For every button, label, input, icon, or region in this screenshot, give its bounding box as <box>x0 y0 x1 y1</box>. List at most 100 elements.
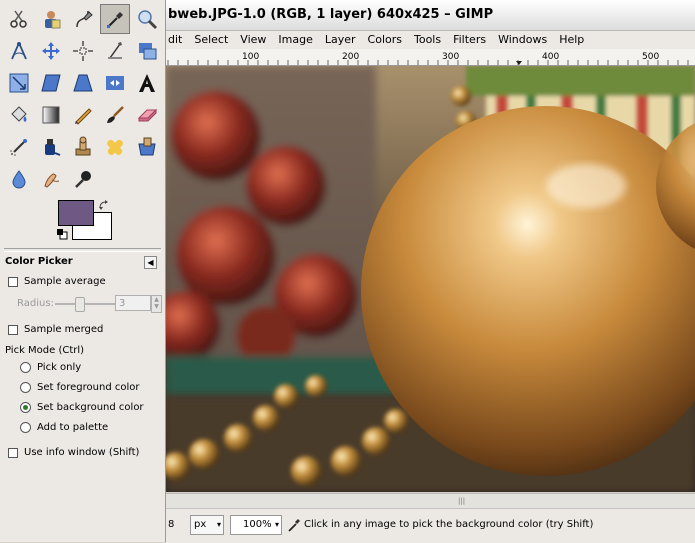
blend-icon <box>42 106 60 124</box>
radius-spin-arrows[interactable]: ▲ ▼ <box>151 295 162 313</box>
unit-selector[interactable]: px ▾ <box>190 515 224 535</box>
paintbrush-tool[interactable] <box>100 100 130 130</box>
clone-tool[interactable] <box>68 132 98 162</box>
color-picker-tool[interactable] <box>100 4 130 34</box>
scale-icon <box>9 73 29 93</box>
menu-select[interactable]: Select <box>188 31 234 49</box>
dodge-burn-tool[interactable] <box>68 164 98 194</box>
text-icon <box>139 74 155 92</box>
zoom-selector[interactable]: 100% ▾ <box>230 515 282 535</box>
move-tool[interactable] <box>36 36 66 66</box>
magnify-tool[interactable] <box>132 4 162 34</box>
chevron-down-icon: ▾ <box>216 520 221 529</box>
color-picker-icon <box>288 519 300 532</box>
scissors-select-tool[interactable] <box>4 4 34 34</box>
radio-add-to-palette[interactable] <box>20 422 31 433</box>
perspective-clone-tool[interactable] <box>132 132 162 162</box>
crop-tool[interactable] <box>100 36 130 66</box>
dodge-burn-icon <box>75 171 91 188</box>
image-window: bweb.JPG-1.0 (RGB, 1 layer) 640x425 – GI… <box>166 0 695 543</box>
pencil-tool[interactable] <box>68 100 98 130</box>
menu-filters[interactable]: Filters <box>447 31 492 49</box>
menu-layer[interactable]: Layer <box>319 31 362 49</box>
image-canvas[interactable] <box>166 66 695 492</box>
menu-bar: dit Select View Image Layer Colors Tools… <box>166 31 695 49</box>
tab-menu-button[interactable]: ◀ <box>144 256 157 269</box>
menu-edit[interactable]: dit <box>166 31 188 49</box>
use-info-window-option[interactable]: Use info window (Shift) <box>8 447 139 458</box>
paths-tool[interactable] <box>68 4 98 34</box>
ink-tool[interactable] <box>36 132 66 162</box>
default-colors-icon[interactable] <box>56 228 68 240</box>
pick-mode-label: Pick Mode (Ctrl) <box>5 345 85 356</box>
menu-colors[interactable]: Colors <box>362 31 408 49</box>
set-background-label: Set background color <box>37 402 144 413</box>
eraser-tool[interactable] <box>132 100 162 130</box>
pointer-coordinates: 8 <box>168 519 175 530</box>
pick-mode-option-set-foreground[interactable]: Set foreground color <box>20 382 139 393</box>
sample-average-checkbox[interactable] <box>8 276 18 287</box>
pick-mode-option-set-background[interactable]: Set background color <box>20 402 144 413</box>
foreground-color-swatch[interactable] <box>58 200 94 226</box>
rotate-tool[interactable] <box>132 36 162 66</box>
sample-merged-option[interactable]: Sample merged <box>8 324 103 335</box>
crop-icon <box>108 42 122 59</box>
align-tool[interactable] <box>68 36 98 66</box>
scroll-grip-icon[interactable]: ||| <box>458 497 466 505</box>
radius-control: Radius: 3 ▲ ▼ <box>17 295 162 313</box>
horizontal-scrollbar[interactable]: ||| <box>166 493 695 508</box>
align-icon <box>73 41 93 61</box>
perspective-tool[interactable] <box>68 68 98 98</box>
use-info-window-checkbox[interactable] <box>8 447 18 458</box>
smudge-tool[interactable] <box>36 164 66 194</box>
ruler-ticks: 100 200 300 400 500 <box>167 52 689 65</box>
pencil-icon <box>75 108 92 125</box>
menu-windows[interactable]: Windows <box>492 31 553 49</box>
measure-tool[interactable] <box>4 36 34 66</box>
menu-tools[interactable]: Tools <box>408 31 447 49</box>
ruler-pointer-icon <box>516 61 522 65</box>
scale-tool[interactable] <box>4 68 34 98</box>
sample-merged-checkbox[interactable] <box>8 324 18 335</box>
menu-image[interactable]: Image <box>272 31 318 49</box>
radius-slider[interactable] <box>55 303 121 305</box>
sample-merged-label: Sample merged <box>24 324 104 335</box>
radio-set-foreground[interactable] <box>20 382 31 393</box>
text-tool[interactable] <box>132 68 162 98</box>
swap-colors-icon[interactable] <box>98 199 110 211</box>
foreground-select-tool[interactable] <box>36 4 66 34</box>
sample-average-label: Sample average <box>24 276 106 287</box>
flip-icon <box>106 76 124 90</box>
radius-spinbutton[interactable]: 3 <box>115 295 151 311</box>
rotate-icon <box>139 43 157 60</box>
flip-tool[interactable] <box>100 68 130 98</box>
clone-icon <box>75 136 91 156</box>
radio-pick-only[interactable] <box>20 362 31 373</box>
menu-help[interactable]: Help <box>553 31 590 49</box>
use-info-window-label: Use info window (Shift) <box>24 447 140 458</box>
sample-average-option[interactable]: Sample average <box>8 276 106 287</box>
pick-mode-option-pick-only[interactable]: Pick only <box>20 362 81 373</box>
blend-tool[interactable] <box>36 100 66 130</box>
blur-sharpen-tool[interactable] <box>4 164 34 194</box>
pick-mode-option-add-to-palette[interactable]: Add to palette <box>20 422 108 433</box>
radio-set-background[interactable] <box>20 402 31 413</box>
tool-options-header: Color Picker ◀ <box>5 256 159 270</box>
window-title-bar[interactable]: bweb.JPG-1.0 (RGB, 1 layer) 640x425 – GI… <box>166 0 695 31</box>
shear-icon <box>41 74 61 92</box>
airbrush-tool[interactable] <box>4 132 34 162</box>
bucket-fill-tool[interactable] <box>4 100 34 130</box>
menu-view[interactable]: View <box>234 31 272 49</box>
pick-only-label: Pick only <box>37 362 82 373</box>
window-title: bweb.JPG-1.0 (RGB, 1 layer) 640x425 – GI… <box>168 7 494 22</box>
triangle-left-icon: ◀ <box>147 258 154 267</box>
ruler-label-500: 500 <box>642 52 659 62</box>
measure-icon <box>11 42 27 60</box>
horizontal-ruler[interactable]: 100 200 300 400 500 <box>166 49 695 66</box>
radius-slider-handle[interactable] <box>75 297 85 312</box>
toolbox-divider <box>4 248 161 252</box>
shear-tool[interactable] <box>36 68 66 98</box>
heal-tool[interactable] <box>100 132 130 162</box>
color-picker-icon <box>107 12 123 28</box>
smudge-icon <box>44 173 60 188</box>
